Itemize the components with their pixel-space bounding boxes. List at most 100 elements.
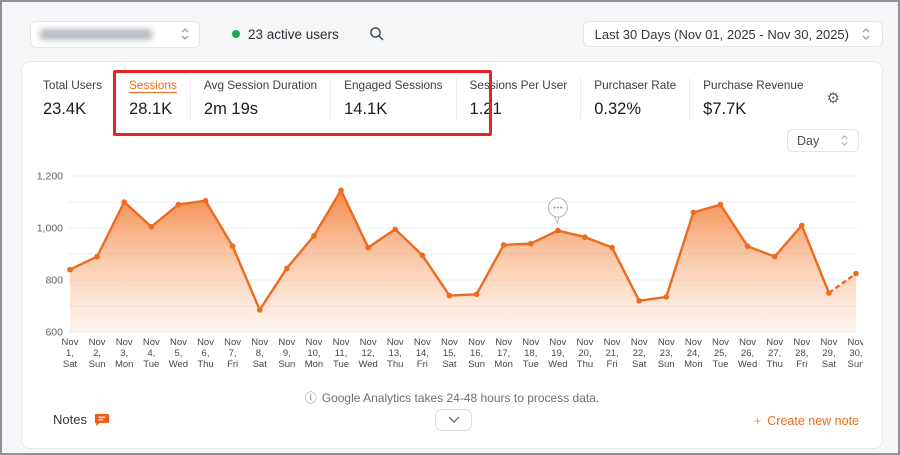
svg-text:8,: 8,: [256, 348, 264, 359]
svg-text:Nov: Nov: [820, 337, 837, 348]
svg-text:Nov: Nov: [116, 337, 133, 348]
svg-text:Fri: Fri: [796, 359, 807, 370]
chevron-updown-icon: [862, 28, 870, 40]
svg-text:Nov: Nov: [658, 337, 675, 348]
svg-text:Nov: Nov: [305, 337, 322, 348]
metric-purchaser-rate[interactable]: Purchaser Rate 0.32%: [580, 78, 689, 119]
active-users-indicator: 23 active users: [232, 27, 339, 42]
info-icon: ⓘ: [304, 391, 317, 405]
metric-avg-session-duration[interactable]: Avg Session Duration 2m 19s: [189, 78, 330, 119]
svg-text:11,: 11,: [335, 348, 348, 359]
svg-text:7,: 7,: [229, 348, 237, 359]
metric-sessions[interactable]: Sessions 28.1K: [115, 78, 190, 119]
svg-text:Nov: Nov: [170, 337, 187, 348]
svg-text:Nov: Nov: [143, 337, 160, 348]
granularity-selector[interactable]: Day: [787, 129, 859, 152]
svg-text:2,: 2,: [93, 348, 101, 359]
svg-text:25,: 25,: [714, 348, 727, 359]
note-bubble-icon: [94, 413, 110, 426]
svg-text:Nov: Nov: [631, 337, 648, 348]
svg-text:Mon: Mon: [305, 359, 323, 370]
processing-info-text: Google Analytics takes 24-48 hours to pr…: [321, 391, 600, 405]
granularity-label: Day: [797, 133, 820, 148]
svg-text:Nov: Nov: [278, 337, 295, 348]
svg-text:Sun: Sun: [89, 359, 106, 370]
svg-text:Sat: Sat: [253, 359, 268, 370]
svg-text:Nov: Nov: [577, 337, 594, 348]
svg-text:Nov: Nov: [360, 337, 377, 348]
svg-text:1,200: 1,200: [37, 171, 63, 183]
svg-text:Wed: Wed: [548, 359, 567, 370]
svg-text:14,: 14,: [416, 348, 429, 359]
svg-text:16,: 16,: [470, 348, 483, 359]
top-bar: 23 active users Last 30 Days (Nov 01, 20…: [30, 19, 883, 49]
svg-text:27,: 27,: [768, 348, 781, 359]
metric-purchase-revenue[interactable]: Purchase Revenue $7.7K: [689, 78, 816, 119]
svg-text:26,: 26,: [741, 348, 754, 359]
create-note-button[interactable]: + Create new note: [754, 414, 859, 428]
chevron-down-icon: [448, 416, 459, 424]
active-users-label: 23 active users: [248, 26, 339, 42]
collapse-chart-button[interactable]: [435, 409, 472, 431]
svg-text:30,: 30,: [849, 348, 862, 359]
svg-text:28,: 28,: [795, 348, 808, 359]
note-marker[interactable]: [547, 197, 568, 225]
processing-info: ⓘ Google Analytics takes 24-48 hours to p…: [22, 389, 882, 406]
svg-text:Nov: Nov: [495, 337, 512, 348]
metric-total-users[interactable]: Total Users 23.4K: [43, 78, 115, 119]
svg-text:Sat: Sat: [442, 359, 457, 370]
svg-text:1,: 1,: [66, 348, 74, 359]
svg-text:Sun: Sun: [468, 359, 485, 370]
svg-text:20,: 20,: [578, 348, 591, 359]
search-icon[interactable]: [369, 26, 385, 42]
svg-text:Nov: Nov: [468, 337, 485, 348]
svg-text:Tue: Tue: [523, 359, 539, 370]
metric-engaged-sessions[interactable]: Engaged Sessions 14.1K: [330, 78, 455, 119]
svg-text:Wed: Wed: [738, 359, 757, 370]
svg-text:Fri: Fri: [417, 359, 428, 370]
svg-text:Thu: Thu: [387, 359, 403, 370]
date-range-selector[interactable]: Last 30 Days (Nov 01, 2025 - Nov 30, 202…: [582, 21, 883, 47]
create-note-label: Create new note: [767, 414, 859, 428]
svg-text:Nov: Nov: [414, 337, 431, 348]
svg-text:5,: 5,: [174, 348, 182, 359]
svg-text:Nov: Nov: [224, 337, 241, 348]
plus-icon: +: [754, 414, 762, 428]
svg-text:600: 600: [45, 327, 63, 339]
sessions-chart: 600 800 1,000 1,200 Nov 1, Sat Nov 2, Sun Nov 3, Mon…: [33, 167, 865, 379]
svg-text:19,: 19,: [551, 348, 564, 359]
metrics-row: Total Users 23.4K Sessions 28.1K Avg Ses…: [43, 78, 840, 119]
active-status-dot: [232, 30, 240, 38]
svg-text:21,: 21,: [605, 348, 618, 359]
svg-text:Wed: Wed: [358, 359, 377, 370]
svg-text:13,: 13,: [389, 348, 402, 359]
svg-text:Tue: Tue: [143, 359, 159, 370]
svg-text:3,: 3,: [120, 348, 128, 359]
svg-text:6,: 6,: [202, 348, 210, 359]
svg-text:22,: 22,: [633, 348, 646, 359]
notes-label: Notes: [53, 412, 87, 427]
svg-text:Nov: Nov: [793, 337, 810, 348]
svg-text:Sun: Sun: [658, 359, 675, 370]
svg-text:10,: 10,: [307, 348, 320, 359]
svg-text:Nov: Nov: [766, 337, 783, 348]
svg-text:Sat: Sat: [632, 359, 647, 370]
metric-sessions-per-user[interactable]: Sessions Per User 1.21: [455, 78, 581, 119]
svg-text:Fri: Fri: [607, 359, 618, 370]
svg-text:Nov: Nov: [685, 337, 702, 348]
svg-text:4,: 4,: [147, 348, 155, 359]
date-range-label: Last 30 Days (Nov 01, 2025 - Nov 30, 202…: [594, 26, 849, 42]
svg-text:Sun: Sun: [848, 359, 863, 370]
svg-text:29,: 29,: [822, 348, 835, 359]
site-selector[interactable]: [30, 20, 200, 48]
svg-text:9,: 9,: [283, 348, 291, 359]
svg-text:Sat: Sat: [822, 359, 837, 370]
svg-text:12,: 12,: [362, 348, 375, 359]
svg-text:Mon: Mon: [494, 359, 512, 370]
svg-text:Tue: Tue: [333, 359, 349, 370]
svg-text:23,: 23,: [660, 348, 673, 359]
svg-text:Thu: Thu: [197, 359, 213, 370]
gear-icon[interactable]: ⚙: [827, 91, 840, 106]
svg-text:Nov: Nov: [604, 337, 621, 348]
analytics-card: Total Users 23.4K Sessions 28.1K Avg Ses…: [21, 61, 883, 449]
